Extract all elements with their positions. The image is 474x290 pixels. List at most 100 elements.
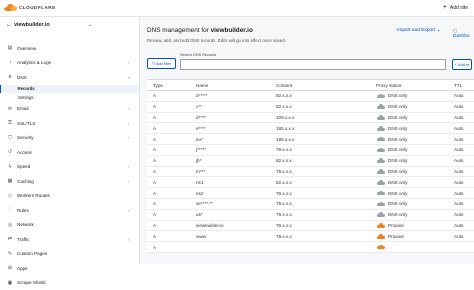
sidebar-item-label: Workers Routes: [17, 193, 50, 198]
sidebar-item-label: DNS: [17, 75, 27, 80]
table-row[interactable]: Aus*79.x.x.xDNS onlyAuto: [147, 210, 474, 221]
table-row[interactable]: Am***79.x.x.xDNS onlyAuto: [147, 167, 474, 178]
record-type: A: [153, 223, 156, 228]
chevron-right-icon: ›: [128, 106, 129, 111]
record-ttl: Auto: [454, 191, 463, 196]
add-filter-button[interactable]: ▽ Add filter: [147, 58, 176, 69]
page-title: DNS management for viewbuilder.io: [147, 27, 253, 34]
proxy-status-label: DNS only: [388, 201, 407, 206]
grey-cloud-icon: [376, 137, 385, 142]
chevron-down-icon[interactable]: ⌄: [88, 22, 92, 28]
record-name: ns1: [196, 180, 203, 185]
search-input[interactable]: [181, 60, 445, 69]
sidebar-item-email[interactable]: ✉ Email ›: [0, 102, 139, 117]
sidebar: ← viewbuilder.io ⌄ ▤ Overview ◔ Analytic…: [0, 17, 140, 264]
proxy-status: DNS only: [376, 169, 407, 174]
grey-cloud-icon: [376, 148, 385, 153]
dashboard-button[interactable]: ▢ Dashbo: [453, 28, 474, 39]
table-row[interactable]: Aa*****82.x.x.xDNS onlyAuto: [147, 91, 474, 102]
table-row[interactable]: Aj*****79.x.x.xDNS onlyAuto: [147, 145, 474, 156]
record-name: jb*: [196, 158, 201, 163]
sidebar-item-speed[interactable]: ϟ Speed ›: [0, 160, 139, 175]
sidebar-item-overview[interactable]: ▤ Overview: [0, 41, 139, 56]
record-ttl: Auto: [454, 137, 463, 142]
sidebar-subitem-settings[interactable]: Settings: [0, 93, 139, 102]
plus-icon: +: [443, 4, 447, 11]
sidebar-item-workers-routes[interactable]: ◇ Workers Routes: [0, 189, 139, 204]
record-name: www: [196, 234, 206, 239]
table-row[interactable]: A: [147, 242, 474, 253]
add-site-button[interactable]: + Add site: [443, 4, 468, 11]
traffic-icon: ⇄: [7, 236, 13, 242]
record-ttl: Auto: [454, 180, 463, 185]
table-row[interactable]: Ans182.x.x.xDNS onlyAuto: [147, 177, 474, 188]
sidebar-item-traffic[interactable]: ⇄ Traffic ›: [0, 232, 139, 247]
record-type: A: [153, 191, 156, 196]
table-row[interactable]: Aviewbuilder.io79.x.x.xProxiedAuto: [147, 221, 474, 232]
record-content: 82.x.x.x: [276, 104, 292, 109]
record-type: A: [153, 245, 156, 250]
back-arrow-icon[interactable]: ←: [6, 22, 12, 28]
chevron-right-icon: ›: [128, 121, 129, 126]
sidebar-item-access[interactable]: ↺ Access: [0, 145, 139, 160]
sidebar-item-custom-pages[interactable]: ✎ Custom Pages: [0, 247, 139, 262]
record-name: j*****: [196, 147, 206, 152]
column-header-ttl[interactable]: TTL: [454, 83, 462, 88]
sidebar-item-scrape-shield[interactable]: ▣ Scrape Shield: [0, 276, 139, 290]
site-selector[interactable]: viewbuilder.io: [14, 22, 50, 28]
record-type: A: [153, 212, 156, 217]
column-header-type[interactable]: Type: [153, 83, 163, 88]
sidebar-item-label: Access: [17, 150, 32, 155]
sidebar-item-security[interactable]: ⛉ Security ›: [0, 131, 139, 146]
record-ttl: Auto: [454, 234, 463, 239]
table-row[interactable]: Ase****.**79.x.x.xDNS onlyAuto: [147, 199, 474, 210]
record-content: 109.x.x.x: [276, 115, 294, 120]
title-prefix: DNS management for: [147, 27, 211, 34]
table-row[interactable]: Ans279.x.x.xDNS onlyAuto: [147, 188, 474, 199]
add-record-button[interactable]: + Add re: [452, 59, 472, 70]
grey-cloud-icon: [376, 191, 385, 196]
lightning-icon: ϟ: [7, 164, 13, 170]
grey-cloud-icon: [376, 115, 385, 120]
record-content: 79.x.x.x: [276, 234, 292, 239]
table-row[interactable]: Ae****185.x.x.xDNS onlyAuto: [147, 123, 474, 134]
chevron-right-icon: ›: [128, 60, 129, 65]
proxy-status: [376, 245, 388, 250]
shield-icon: ⛉: [7, 135, 13, 141]
table-row[interactable]: Awww79.x.x.xProxiedAuto: [147, 231, 474, 242]
table-header: Type Name Content Proxy status TTL: [147, 80, 474, 91]
import-export-button[interactable]: Import and Export ⌄: [397, 28, 441, 33]
table-row[interactable]: Ac**82.x.x.xDNS onlyAuto: [147, 102, 474, 113]
sidebar-item-caching[interactable]: ▦ Caching ›: [0, 174, 139, 189]
top-bar: CLOUDFLARE + Add site: [0, 0, 474, 17]
sidebar-subitem-records[interactable]: Records: [0, 85, 139, 94]
main-content: DNS management for viewbuilder.io Review…: [140, 17, 474, 264]
apps-icon: ⊞: [7, 265, 13, 271]
sidebar-item-label: Rules: [17, 208, 29, 213]
sidebar-item-rules[interactable]: ⫶ Rules ›: [0, 203, 139, 218]
logo-text: CLOUDFLARE: [19, 5, 56, 10]
column-header-content[interactable]: Content: [276, 83, 292, 88]
record-type: A: [153, 137, 156, 142]
record-content: 79.x.x.x: [276, 169, 292, 174]
record-ttl: Auto: [454, 115, 463, 120]
sidebar-item-ssl[interactable]: ⚿ SSL/TLS ›: [0, 116, 139, 131]
column-header-name[interactable]: Name: [196, 83, 208, 88]
record-ttl: Auto: [454, 201, 463, 206]
table-row[interactable]: Aeu*185.x.x.xDNS onlyAuto: [147, 134, 474, 145]
table-row[interactable]: Ajb*82.x.x.xDNS onlyAuto: [147, 156, 474, 167]
record-name: viewbuilder.io: [196, 223, 224, 228]
sidebar-item-apps[interactable]: ⊞ Apps: [0, 261, 139, 276]
table-row[interactable]: Ad****109.x.x.xDNS onlyAuto: [147, 113, 474, 124]
record-ttl: Auto: [454, 158, 463, 163]
sidebar-item-network[interactable]: ◎ Network: [0, 218, 139, 233]
record-ttl: Auto: [454, 169, 463, 174]
sidebar-item-analytics[interactable]: ◔ Analytics & Logs ›: [0, 56, 139, 71]
chevron-up-icon: ˄: [128, 75, 130, 80]
sidebar-nav: ▤ Overview ◔ Analytics & Logs › ⋔ DNS ˄ …: [0, 41, 139, 290]
column-header-proxy[interactable]: Proxy status: [376, 83, 401, 88]
sidebar-item-dns[interactable]: ⋔ DNS ˄: [0, 70, 139, 85]
record-content: 82.x.x.x: [276, 158, 292, 163]
proxy-status: DNS only: [376, 147, 407, 152]
cloudflare-logo[interactable]: CLOUDFLARE: [4, 4, 56, 11]
